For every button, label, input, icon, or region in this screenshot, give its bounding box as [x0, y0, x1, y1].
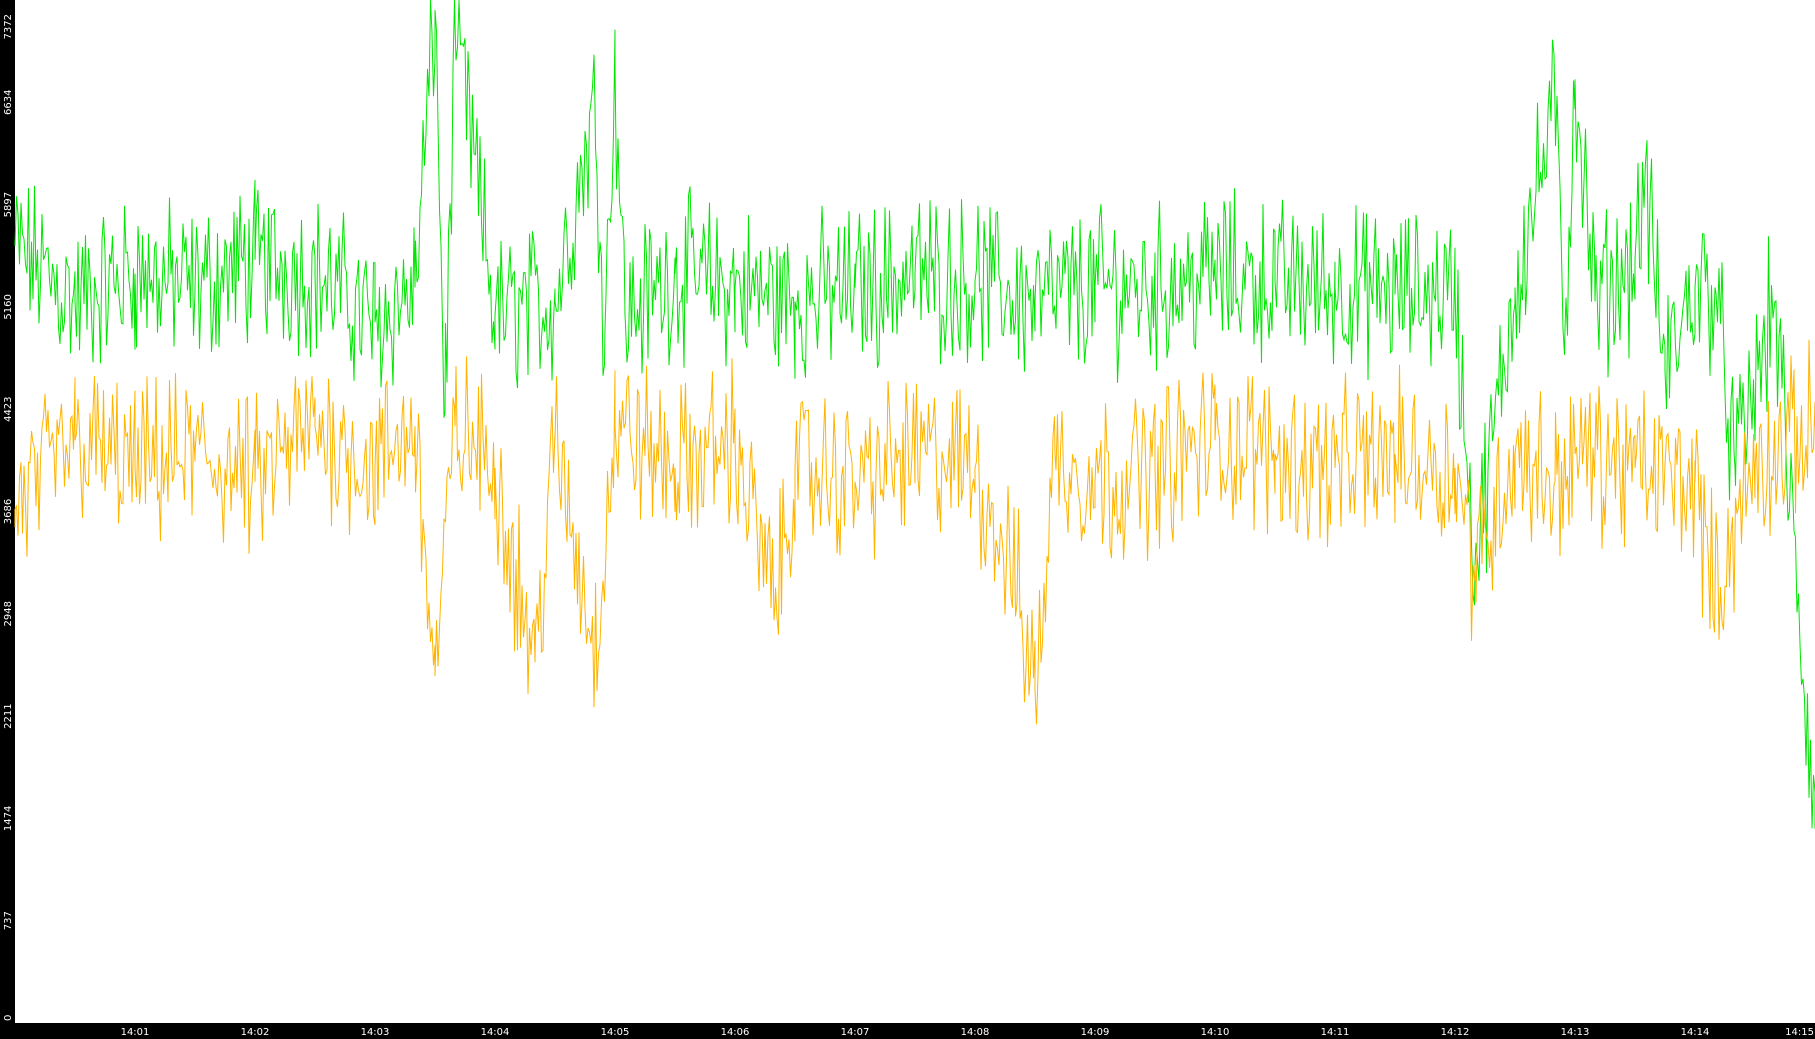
x-tick-label: 14:11 [1321, 1027, 1350, 1038]
x-tick-label: 14:13 [1561, 1027, 1590, 1038]
x-tick-label: 14:03 [361, 1027, 390, 1038]
x-tick-label: 14:06 [721, 1027, 750, 1038]
chart-area: 0 737 1474 2211 2948 3686 4423 5160 5897 6634 7372… [0, 0, 1815, 1039]
x-tick-label: 14:10 [1201, 1027, 1230, 1038]
x-axis-band [0, 1023, 1815, 1039]
y-tick-label: 5897 [3, 192, 14, 217]
x-tick-label: 14:15 [1785, 1027, 1814, 1038]
series-layer [14, 0, 1815, 829]
x-tick-label: 14:07 [841, 1027, 870, 1038]
x-tick-label: 14:02 [241, 1027, 270, 1038]
y-tick-label: 0 [3, 1015, 14, 1021]
x-tick-label: 14:12 [1441, 1027, 1470, 1038]
x-tick-label: 14:09 [1081, 1027, 1110, 1038]
y-tick-label: 7372 [3, 14, 14, 39]
series-line-2 [14, 339, 1815, 725]
x-tick-labels: 14:01 14:02 14:03 14:04 14:05 14:06 14:07 14:08… [121, 1027, 1814, 1038]
line-chart: 0 737 1474 2211 2948 3686 4423 5160 5897 6634 7372… [0, 0, 1815, 1039]
y-tick-label: 2948 [3, 601, 14, 626]
x-tick-label: 14:14 [1681, 1027, 1710, 1038]
y-tick-label: 2211 [3, 703, 14, 728]
y-tick-label: 3686 [3, 499, 14, 524]
x-tick-label: 14:05 [601, 1027, 630, 1038]
x-tick-label: 14:04 [481, 1027, 510, 1038]
x-tick-label: 14:08 [961, 1027, 990, 1038]
y-tick-label: 4423 [3, 396, 14, 421]
y-tick-label: 737 [3, 911, 14, 930]
y-tick-label: 1474 [3, 806, 14, 831]
y-tick-label: 6634 [3, 90, 14, 115]
x-tick-label: 14:01 [121, 1027, 150, 1038]
y-tick-label: 5160 [3, 294, 14, 319]
